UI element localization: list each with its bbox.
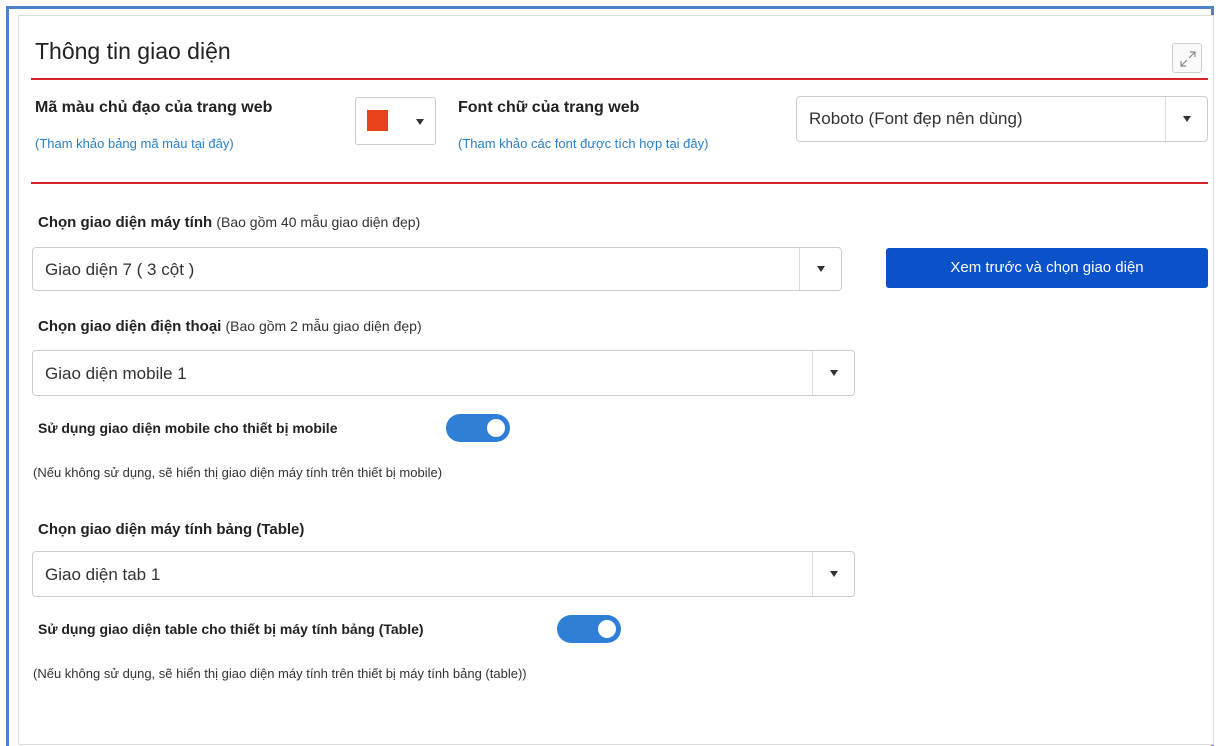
font-select-value: Roboto (Font đẹp nên dùng) [809, 109, 1023, 128]
mobile-toggle-label: Sử dụng giao diện mobile cho thiết bị mo… [38, 420, 338, 436]
section-divider [31, 182, 1208, 184]
theme-color-label: Mã màu chủ đạo của trang web [35, 99, 273, 116]
desktop-theme-value: Giao diện 7 ( 3 cột ) [45, 260, 195, 279]
mobile-theme-label-text: Chọn giao diện điện thoại [38, 318, 222, 335]
font-select[interactable]: Roboto (Font đẹp nên dùng) [796, 96, 1208, 142]
color-swatch [367, 110, 388, 131]
mobile-note: (Nếu không sử dụng, sẽ hiển thị giao diệ… [33, 465, 443, 480]
tablet-theme-value: Giao diện tab 1 [45, 565, 161, 584]
toggle-knob [487, 419, 505, 437]
chevron-down-icon [817, 266, 825, 272]
tablet-toggle[interactable] [557, 615, 621, 643]
expand-button[interactable] [1172, 43, 1202, 73]
select-divider [812, 552, 813, 596]
chevron-down-icon [1183, 116, 1191, 122]
chevron-down-icon [416, 119, 424, 125]
color-picker[interactable] [355, 97, 436, 145]
color-reference-link[interactable]: (Tham khảo bảng mã màu tại đây) [35, 136, 234, 151]
tablet-theme-label: Chọn giao diện máy tính bảng (Table) [38, 521, 304, 538]
mobile-theme-select[interactable]: Giao diện mobile 1 [32, 350, 855, 396]
select-divider [812, 351, 813, 395]
tablet-theme-select[interactable]: Giao diện tab 1 [32, 551, 855, 597]
mobile-theme-label: Chọn giao diện điện thoại (Bao gồm 2 mẫu… [38, 318, 422, 335]
desktop-theme-select[interactable]: Giao diện 7 ( 3 cột ) [32, 247, 842, 291]
toggle-knob [598, 620, 616, 638]
mobile-theme-value: Giao diện mobile 1 [45, 364, 187, 383]
tablet-note: (Nếu không sử dụng, sẽ hiển thị giao diệ… [33, 666, 527, 681]
expand-icon [1180, 51, 1196, 67]
panel-title: Thông tin giao diện [35, 38, 231, 64]
chevron-down-icon [830, 571, 838, 577]
desktop-theme-hint: (Bao gồm 40 mẫu giao diện đẹp) [216, 214, 421, 230]
desktop-theme-label: Chọn giao diện máy tính (Bao gồm 40 mẫu … [38, 214, 420, 231]
preview-theme-button[interactable]: Xem trước và chọn giao diện [886, 248, 1208, 288]
desktop-theme-label-text: Chọn giao diện máy tính [38, 214, 213, 231]
tablet-toggle-label: Sử dụng giao diện table cho thiết bị máy… [38, 621, 424, 637]
chevron-down-icon [830, 370, 838, 376]
font-label: Font chữ của trang web [458, 99, 640, 116]
tablet-theme-label-text: Chọn giao diện máy tính bảng (Table) [38, 521, 305, 538]
mobile-theme-hint: (Bao gồm 2 mẫu giao diện đẹp) [225, 318, 422, 334]
select-divider [1165, 97, 1166, 141]
title-divider [31, 78, 1208, 80]
mobile-toggle[interactable] [446, 414, 510, 442]
font-reference-link[interactable]: (Tham khảo các font được tích hợp tại đâ… [458, 136, 708, 151]
select-divider [799, 248, 800, 290]
